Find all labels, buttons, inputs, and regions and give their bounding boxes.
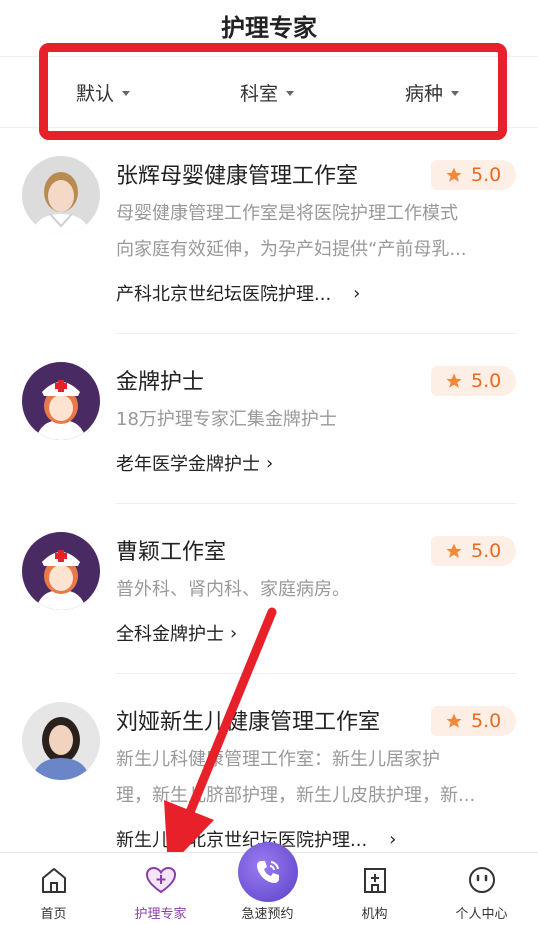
tab-institutions-label: 机构	[361, 907, 388, 922]
item-title: 刘娅新生儿健康管理工作室	[116, 710, 381, 735]
description-line: 普外科、肾内科、家庭病房。	[116, 579, 350, 600]
list-item[interactable]: 金牌护士 5.0 18万护理专家汇集金牌护士 老年医学金牌护士 ›	[0, 334, 538, 504]
tab-quick-booking-label: 急速预约	[241, 907, 294, 922]
chevron-right-icon: ›	[353, 282, 361, 304]
item-tag-link[interactable]: 全科金牌护士 ›	[116, 620, 237, 646]
item-tag: 老年医学金牌护士	[116, 454, 260, 475]
list-item[interactable]: 刘娅新生儿健康管理工作室 5.0 新生儿科健康管理工作室：新生儿居家护 理，新生…	[0, 674, 538, 851]
star-icon	[446, 713, 462, 728]
tab-nursing-experts[interactable]: 护理专家	[107, 853, 214, 925]
tab-institutions[interactable]: 机构	[321, 853, 428, 925]
chevron-right-icon: ›	[230, 622, 238, 644]
rating-value: 5.0	[471, 540, 502, 562]
expert-list: 张辉母婴健康管理工作室 5.0 母婴健康管理工作室是将医院护理工作模式 向家庭有…	[0, 128, 538, 852]
item-tag-link[interactable]: 产科北京世纪坛医院护理... ›	[116, 280, 360, 306]
home-icon	[41, 868, 66, 893]
item-title: 金牌护士	[116, 370, 205, 395]
item-tag: 新生儿科北京世纪坛医院护理...	[116, 830, 368, 851]
filter-disease[interactable]: 病种	[405, 57, 460, 127]
caret-down-icon	[122, 90, 131, 96]
description-line: 新生儿科健康管理工作室：新生儿居家护	[116, 749, 440, 770]
rating-badge: 5.0	[431, 366, 516, 396]
face-icon	[468, 867, 495, 893]
page-title: 护理专家	[221, 13, 317, 42]
tab-profile[interactable]: 个人中心	[428, 853, 535, 925]
list-item[interactable]: 张辉母婴健康管理工作室 5.0 母婴健康管理工作室是将医院护理工作模式 向家庭有…	[0, 128, 538, 334]
item-tag-link[interactable]: 老年医学金牌护士 ›	[116, 450, 273, 476]
rating-value: 5.0	[471, 164, 502, 186]
caret-down-icon	[286, 90, 295, 96]
star-icon	[446, 167, 462, 182]
avatar	[22, 362, 100, 440]
list-item[interactable]: 曹颖工作室 5.0 普外科、肾内科、家庭病房。 全科金牌护士 ›	[0, 504, 538, 674]
tab-home-label: 首页	[40, 907, 67, 922]
rating-value: 5.0	[471, 370, 502, 392]
star-icon	[446, 543, 462, 558]
description-line: 向家庭有效延伸，为孕产妇提供“产前母乳...	[116, 239, 467, 260]
item-tag: 产科北京世纪坛医院护理...	[116, 284, 332, 305]
chevron-right-icon: ›	[266, 452, 274, 474]
heart-plus-icon	[145, 866, 176, 894]
filter-disease-label: 病种	[405, 82, 444, 105]
item-title: 曹颖工作室	[116, 540, 227, 565]
rating-badge: 5.0	[431, 536, 516, 566]
quick-booking-button[interactable]	[237, 842, 298, 902]
filter-default[interactable]: 默认	[76, 57, 131, 127]
item-description: 普外科、肾内科、家庭病房。	[116, 572, 508, 608]
tab-home[interactable]: 首页	[0, 853, 107, 925]
header: 护理专家	[0, 0, 538, 57]
caret-down-icon	[451, 90, 460, 96]
filter-department-label: 科室	[240, 82, 279, 105]
star-icon	[446, 373, 462, 388]
avatar	[22, 532, 100, 610]
rating-value: 5.0	[471, 710, 502, 732]
building-icon	[363, 868, 386, 893]
item-description: 母婴健康管理工作室是将医院护理工作模式 向家庭有效延伸，为孕产妇提供“产前母乳.…	[116, 196, 508, 268]
rating-badge: 5.0	[431, 706, 516, 736]
avatar	[22, 702, 100, 780]
phone-icon	[256, 861, 279, 883]
avatar	[22, 156, 100, 234]
filter-department[interactable]: 科室	[240, 57, 295, 127]
tab-profile-label: 个人中心	[455, 907, 508, 922]
filter-bar: 默认 科室 病种	[0, 57, 538, 128]
bottom-tab-bar: 首页 护理专家 急速预约 机构 个人中心	[0, 842, 538, 925]
tab-quick-booking[interactable]: 急速预约	[214, 842, 321, 925]
item-title: 张辉母婴健康管理工作室	[116, 164, 359, 189]
chevron-right-icon: ›	[389, 828, 397, 850]
item-description: 18万护理专家汇集金牌护士	[116, 402, 508, 438]
description-line: 母婴健康管理工作室是将医院护理工作模式	[116, 203, 458, 224]
item-tag: 全科金牌护士	[116, 624, 224, 645]
description-line: 18万护理专家汇集金牌护士	[116, 409, 337, 430]
filter-default-label: 默认	[76, 82, 115, 105]
description-line: 理，新生儿脐部护理，新生儿皮肤护理，新...	[116, 785, 476, 806]
rating-badge: 5.0	[431, 160, 516, 190]
tab-nursing-experts-label: 护理专家	[134, 907, 187, 922]
item-description: 新生儿科健康管理工作室：新生儿居家护 理，新生儿脐部护理，新生儿皮肤护理，新..…	[116, 742, 508, 814]
